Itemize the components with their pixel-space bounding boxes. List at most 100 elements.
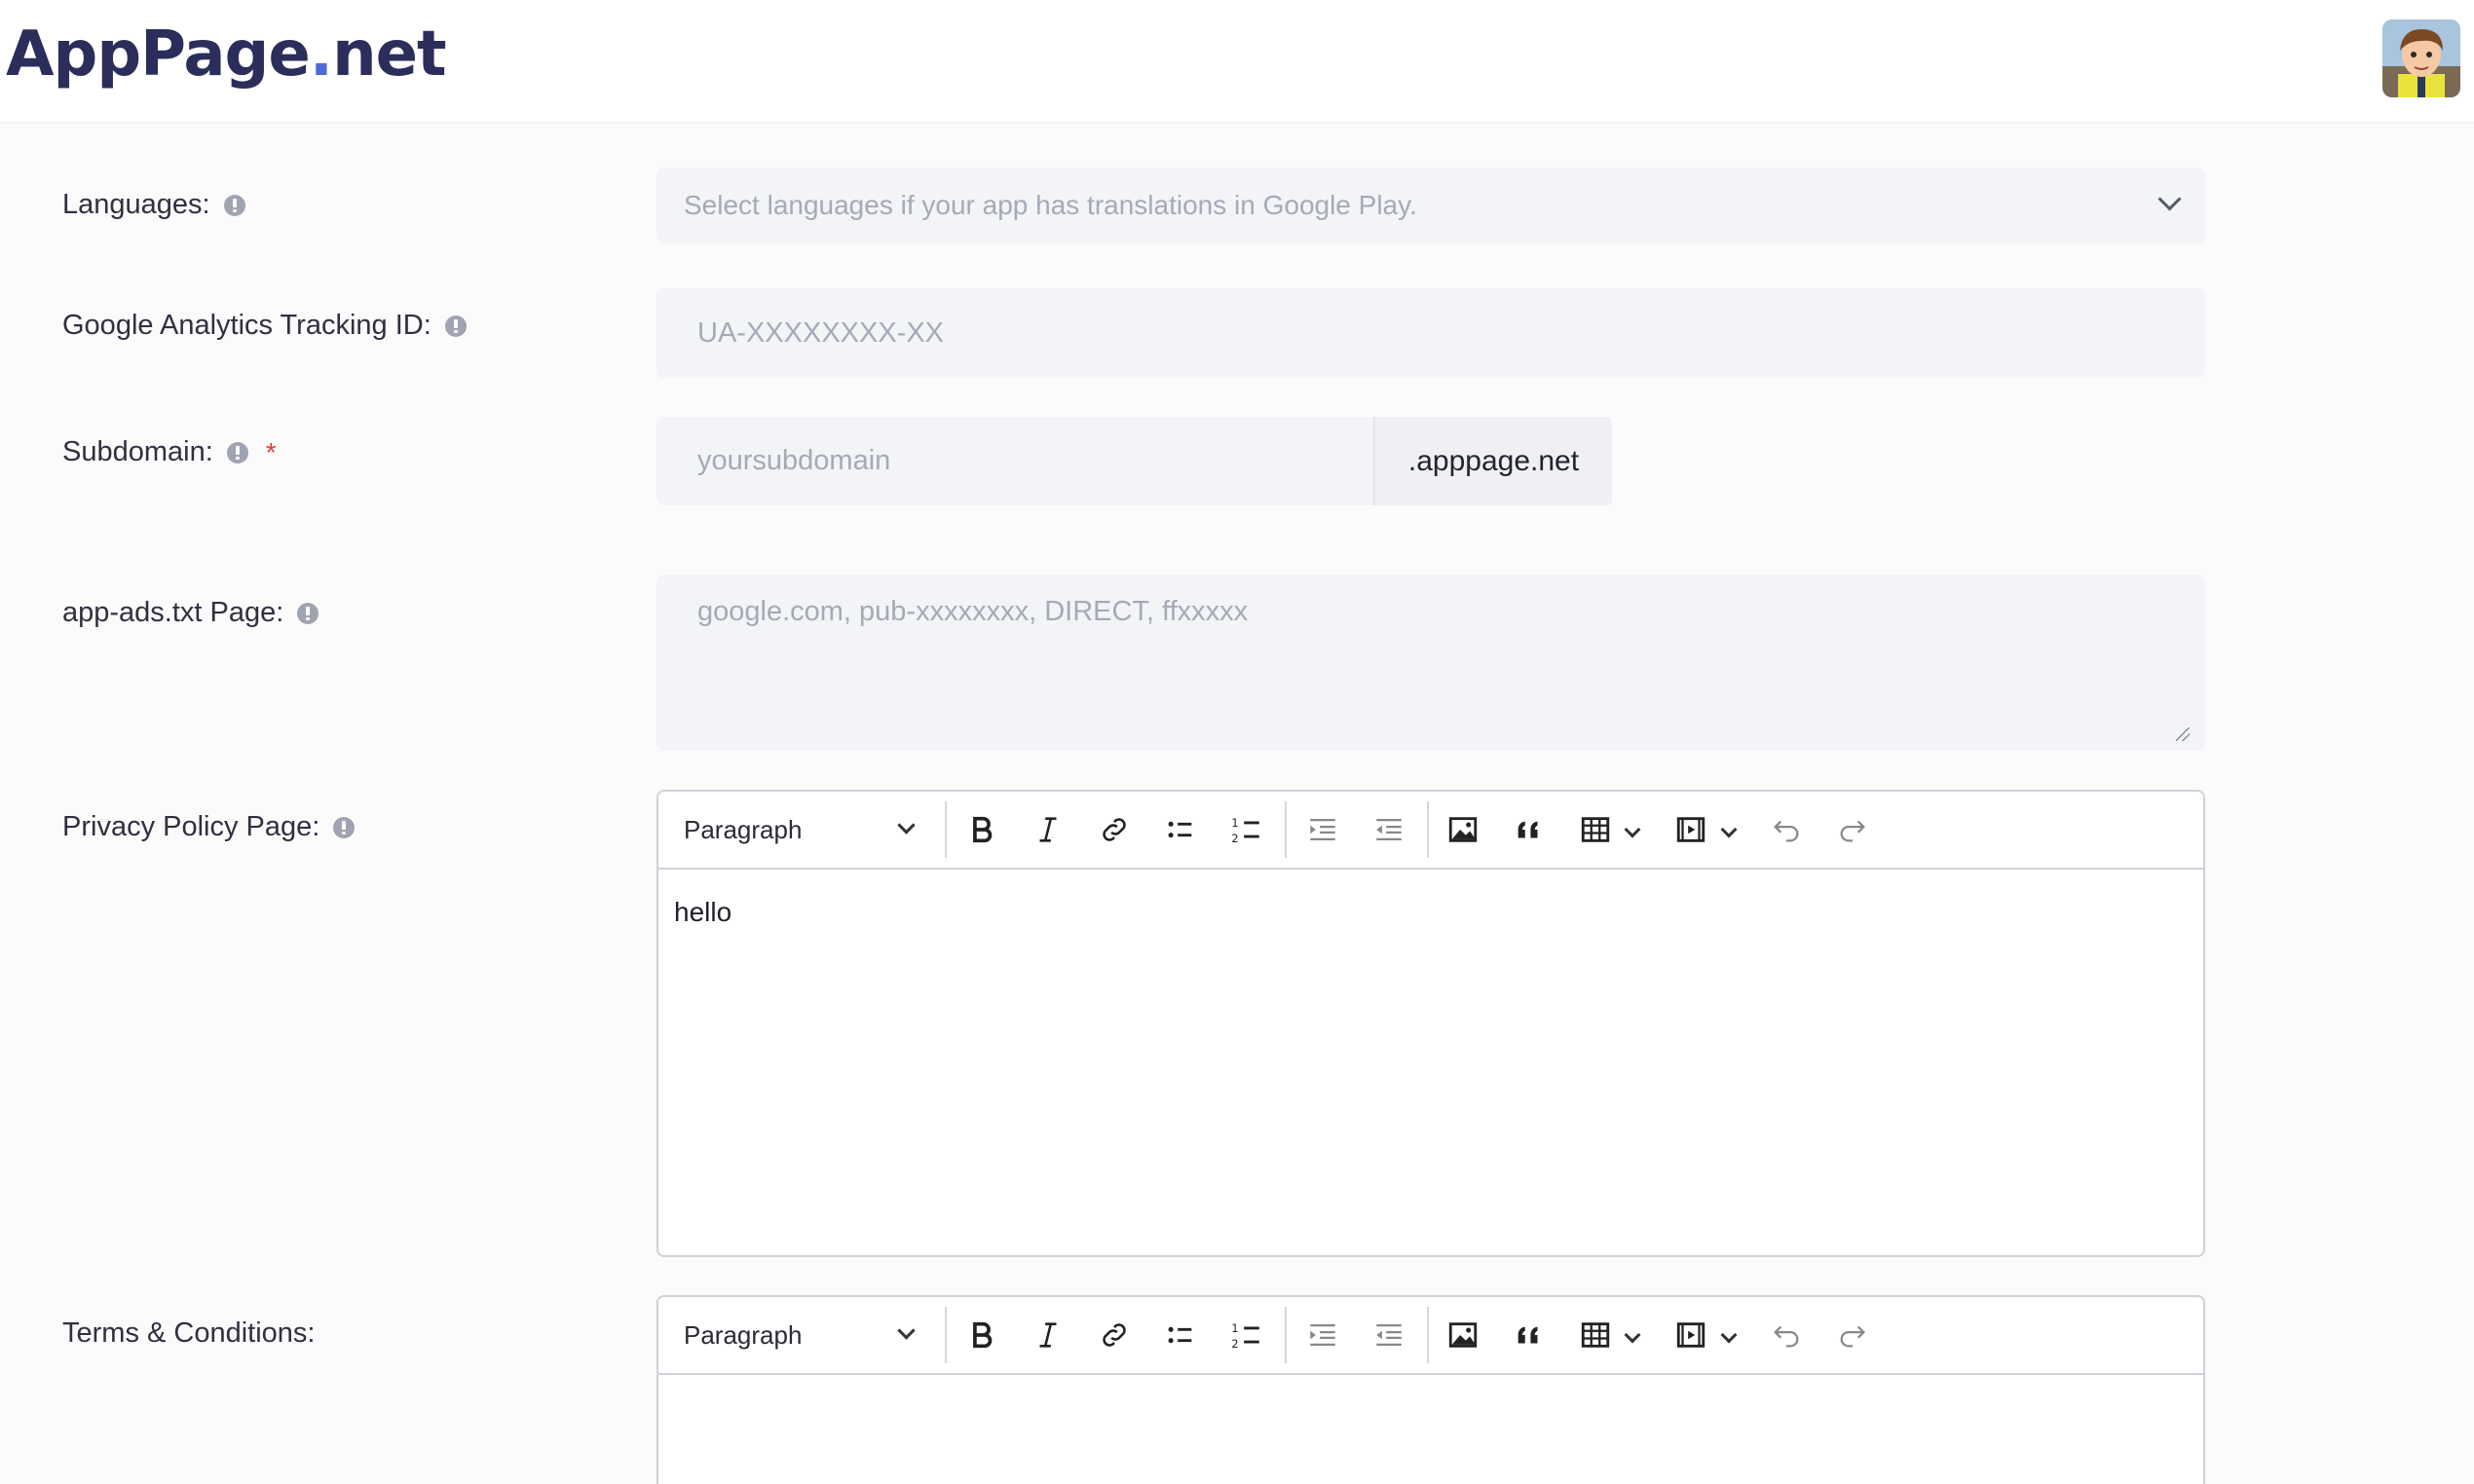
analytics-label: Google Analytics Tracking ID:: [62, 310, 467, 342]
logo-main: AppPage: [6, 19, 311, 91]
table-button[interactable]: [1576, 1316, 1615, 1354]
image-button[interactable]: [1443, 1316, 1482, 1354]
app-ads-label: app-ads.txt Page:: [62, 597, 319, 629]
chevron-down-icon: [897, 1321, 916, 1340]
subdomain-suffix-text: .apppage.net: [1407, 444, 1580, 477]
numbered-list-icon: 12: [1231, 816, 1259, 845]
chevron-down-icon[interactable]: [1624, 821, 1641, 838]
redo-button[interactable]: [1833, 1316, 1872, 1354]
table-icon: [1581, 817, 1610, 842]
toolbar-divider: [1285, 801, 1287, 858]
info-icon[interactable]: [297, 602, 319, 624]
block-format-value: Paragraph: [684, 1319, 803, 1350]
blockquote-icon: [1518, 1326, 1538, 1344]
analytics-id-input[interactable]: UA-XXXXXXXX-XX: [656, 288, 2205, 378]
outdent-icon: [1376, 1323, 1402, 1347]
privacy-label: Privacy Policy Page:: [62, 811, 356, 843]
terms-label-text: Terms & Conditions:: [62, 1317, 316, 1349]
svg-text:1: 1: [1231, 1321, 1238, 1335]
italic-button[interactable]: [1029, 810, 1068, 849]
user-avatar[interactable]: [2382, 19, 2460, 97]
media-button[interactable]: [1671, 1316, 1710, 1354]
outdent-button[interactable]: [1369, 1316, 1408, 1354]
info-icon[interactable]: [444, 315, 467, 337]
undo-button[interactable]: [1767, 1316, 1806, 1354]
chevron-down-icon: [2157, 187, 2182, 211]
numbered-list-button[interactable]: 12: [1227, 810, 1266, 849]
info-icon[interactable]: [226, 441, 248, 464]
table-button[interactable]: [1576, 810, 1615, 849]
privacy-label-text: Privacy Policy Page:: [62, 811, 320, 842]
site-logo[interactable]: AppPage.net: [6, 14, 447, 95]
link-button[interactable]: [1095, 1316, 1134, 1354]
indent-icon: [1310, 1323, 1335, 1347]
subdomain-suffix: .apppage.net: [1373, 417, 1612, 505]
analytics-label-text: Google Analytics Tracking ID:: [62, 310, 431, 341]
info-icon[interactable]: [223, 194, 245, 216]
logo-tld: net: [332, 19, 447, 91]
app-ads-label-text: app-ads.txt Page:: [62, 597, 284, 628]
italic-button[interactable]: [1029, 1316, 1068, 1354]
bulleted-list-icon: [1168, 821, 1192, 838]
redo-icon: [1840, 820, 1865, 842]
media-icon: [1676, 1322, 1706, 1348]
indent-button[interactable]: [1303, 1316, 1342, 1354]
svg-text:2: 2: [1231, 832, 1238, 845]
media-icon: [1676, 817, 1706, 842]
bold-button[interactable]: [962, 1316, 1001, 1354]
subdomain-input[interactable]: yoursubdomain: [656, 417, 1375, 505]
image-button[interactable]: [1443, 810, 1482, 849]
resize-handle[interactable]: [2176, 727, 2190, 741]
bulleted-list-button[interactable]: [1161, 810, 1200, 849]
undo-icon: [1774, 1325, 1799, 1348]
toolbar-divider: [945, 1307, 947, 1363]
app-ads-textarea[interactable]: google.com, pub-xxxxxxxx, DIRECT, ffxxxx…: [656, 575, 2205, 751]
image-icon: [1448, 817, 1478, 842]
top-header: AppPage.net: [0, 0, 2474, 124]
undo-button[interactable]: [1767, 810, 1806, 849]
privacy-editor-content[interactable]: hello: [658, 870, 2203, 955]
toolbar-divider: [945, 801, 947, 858]
chevron-down-icon[interactable]: [1720, 1326, 1738, 1344]
numbered-list-icon: 12: [1231, 1321, 1259, 1351]
blockquote-button[interactable]: [1510, 810, 1549, 849]
outdent-button[interactable]: [1369, 810, 1408, 849]
terms-editor-content[interactable]: [658, 1375, 2203, 1429]
indent-icon: [1310, 818, 1335, 841]
chevron-down-icon[interactable]: [1720, 821, 1738, 838]
terms-label: Terms & Conditions:: [62, 1317, 316, 1350]
bold-icon: [973, 816, 993, 843]
languages-placeholder: Select languages if your app has transla…: [684, 190, 1417, 220]
blockquote-button[interactable]: [1510, 1316, 1549, 1354]
numbered-list-button[interactable]: 12: [1227, 1316, 1266, 1354]
block-format-select[interactable]: Paragraph: [684, 1297, 918, 1373]
italic-icon: [1039, 817, 1057, 842]
info-icon[interactable]: [333, 816, 356, 838]
redo-button[interactable]: [1833, 810, 1872, 849]
avatar-icon: [2382, 19, 2460, 97]
languages-label-text: Languages:: [62, 189, 210, 220]
app-ads-placeholder: google.com, pub-xxxxxxxx, DIRECT, ffxxxx…: [697, 596, 1249, 627]
required-mark: *: [265, 436, 277, 467]
terms-editor: Paragraph 12: [656, 1295, 2205, 1484]
subdomain-label: Subdomain: *: [62, 436, 277, 468]
chevron-down-icon: [897, 816, 916, 835]
indent-button[interactable]: [1303, 810, 1342, 849]
bulleted-list-icon: [1168, 1326, 1192, 1344]
redo-icon: [1840, 1325, 1865, 1348]
media-button[interactable]: [1671, 810, 1710, 849]
analytics-placeholder: UA-XXXXXXXX-XX: [697, 316, 945, 349]
chevron-down-icon[interactable]: [1624, 1326, 1641, 1344]
editor-toolbar: Paragraph 12: [658, 1297, 2203, 1375]
image-icon: [1448, 1322, 1478, 1348]
bulleted-list-button[interactable]: [1161, 1316, 1200, 1354]
svg-text:2: 2: [1231, 1337, 1238, 1351]
bold-button[interactable]: [962, 810, 1001, 849]
outdent-icon: [1376, 818, 1402, 841]
link-icon: [1103, 1323, 1126, 1347]
editor-toolbar: Paragraph 12: [658, 792, 2203, 870]
block-format-select[interactable]: Paragraph: [684, 792, 918, 868]
link-button[interactable]: [1095, 810, 1134, 849]
bold-icon: [973, 1321, 993, 1349]
languages-select[interactable]: Select languages if your app has transla…: [656, 167, 2205, 243]
